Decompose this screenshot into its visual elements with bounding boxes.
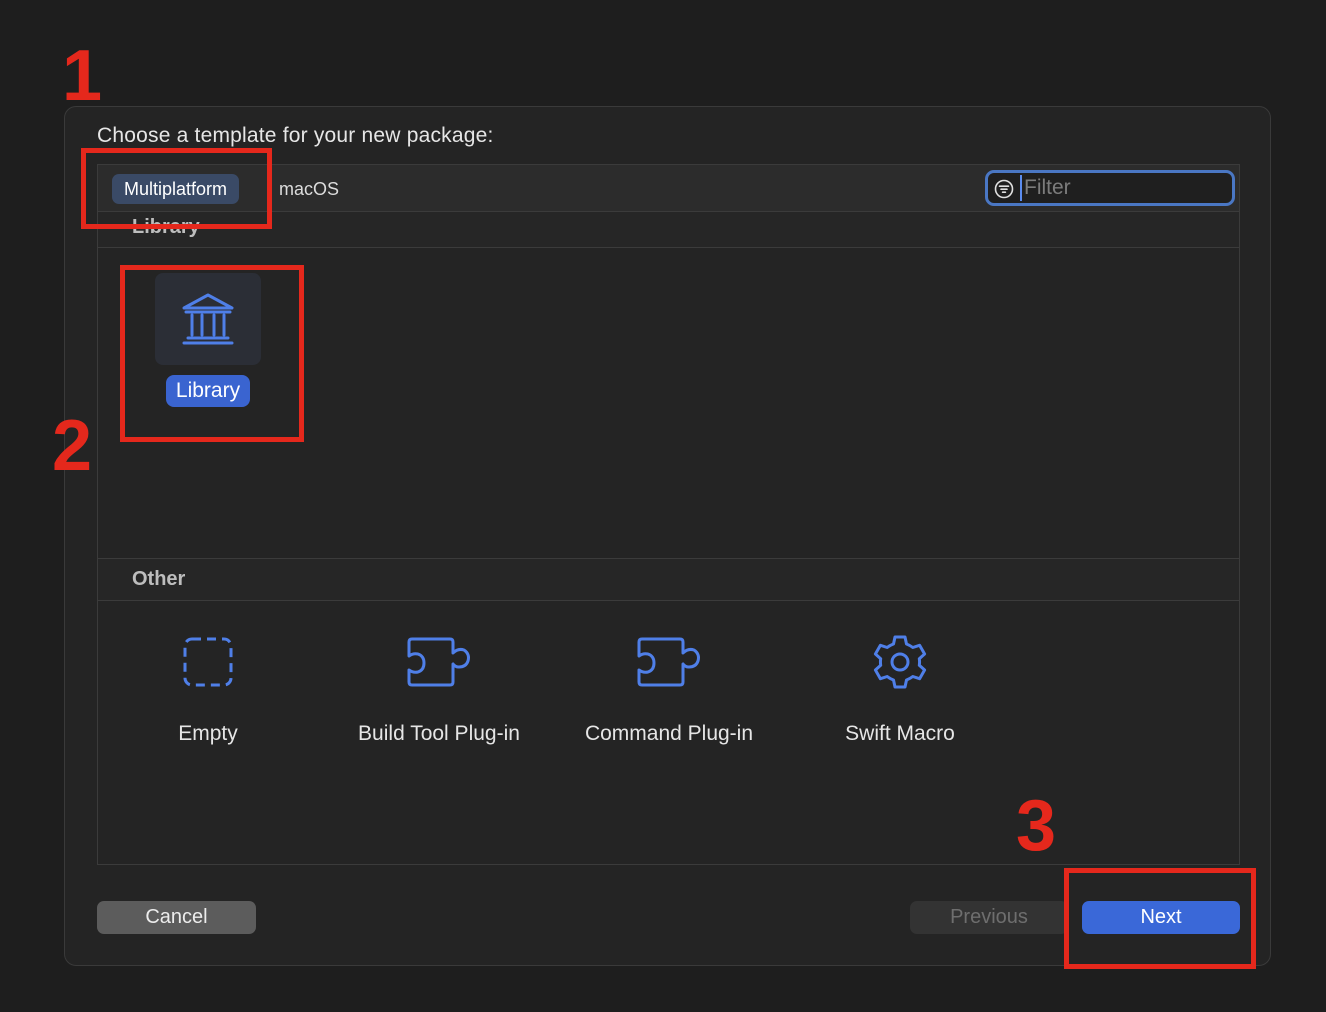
cancel-button[interactable]: Cancel	[97, 901, 256, 934]
puzzle-piece-icon	[637, 637, 700, 687]
dashed-square-icon	[183, 637, 233, 687]
template-empty[interactable]: Empty	[108, 616, 308, 750]
filter-input[interactable]	[1020, 175, 1229, 201]
section-header-library: Library	[98, 212, 1239, 248]
template-icon-box	[386, 616, 492, 708]
annotation-number-1: 1	[62, 36, 103, 116]
template-swift-macro[interactable]: Swift Macro	[800, 616, 1000, 750]
template-label: Swift Macro	[845, 722, 955, 745]
template-list: Library Library Other Empty Build Tool P…	[97, 212, 1240, 865]
next-button[interactable]: Next	[1082, 901, 1240, 934]
template-icon-box	[616, 616, 722, 708]
section-title-library: Library	[132, 216, 200, 238]
previous-button[interactable]: Previous	[910, 901, 1068, 934]
template-build-tool-plugin[interactable]: Build Tool Plug-in	[339, 616, 539, 750]
annotation-number-3: 3	[1016, 786, 1057, 866]
template-label: Library	[165, 375, 251, 407]
template-label: Command Plug-in	[584, 722, 754, 745]
tab-macos[interactable]: macOS	[267, 174, 351, 204]
template-label: Empty	[178, 722, 238, 745]
filter-field[interactable]	[985, 170, 1235, 206]
template-icon-box	[155, 273, 261, 365]
annotation-number-2: 2	[52, 406, 93, 486]
filter-circle-icon	[994, 179, 1014, 199]
template-icon-box	[847, 616, 953, 708]
puzzle-piece-icon	[407, 637, 470, 687]
building-columns-icon	[182, 293, 234, 345]
gear-icon	[873, 635, 927, 689]
template-icon-box	[155, 616, 261, 708]
section-header-other: Other	[98, 559, 1239, 601]
template-label: Build Tool Plug-in	[358, 722, 520, 745]
template-library[interactable]: Library	[108, 273, 308, 407]
screen: Choose a template for your new package: …	[0, 0, 1326, 1012]
dialog-title: Choose a template for your new package:	[97, 124, 494, 147]
section-title-other: Other	[132, 568, 186, 590]
template-command-plugin[interactable]: Command Plug-in	[569, 616, 769, 750]
platform-tab-bar: Multiplatform macOS	[97, 164, 1240, 212]
new-package-dialog: Choose a template for your new package: …	[64, 106, 1271, 966]
tab-multiplatform[interactable]: Multiplatform	[112, 174, 240, 204]
